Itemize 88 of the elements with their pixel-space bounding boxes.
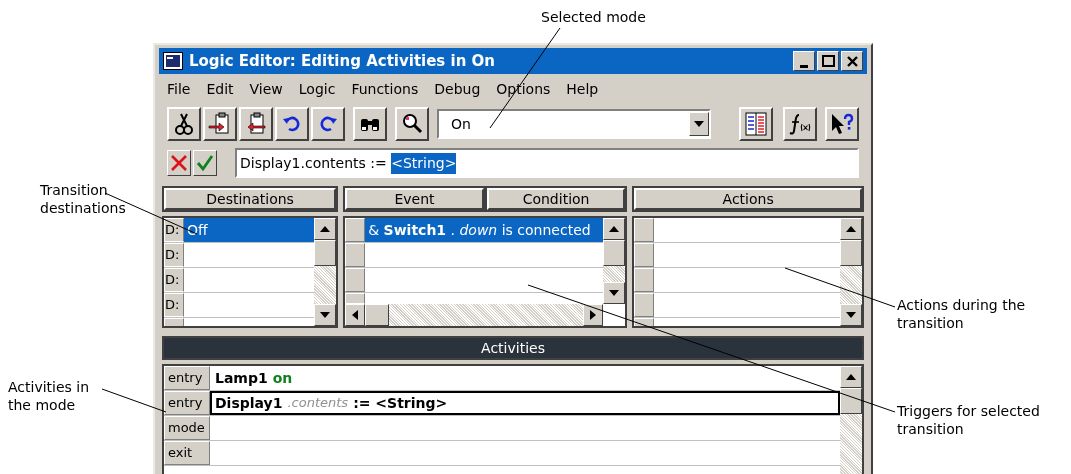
callout-text: Selected mode <box>541 8 647 26</box>
column-header[interactable]: Event <box>345 188 484 210</box>
vertical-scrollbar[interactable] <box>603 218 626 304</box>
down-arrow-icon <box>846 312 856 318</box>
callout-text: Triggers for selected transition <box>897 402 1041 438</box>
row-value: Off <box>186 221 209 240</box>
activity-text: .contents <box>287 394 349 413</box>
up-arrow-icon <box>846 226 856 232</box>
column-header[interactable]: Destinations <box>164 188 337 210</box>
search-button[interactable] <box>395 107 429 141</box>
row-header[interactable]: entry <box>164 366 210 390</box>
list-row[interactable]: D: <box>164 293 315 318</box>
menu-item[interactable]: Functions <box>351 78 419 100</box>
right-arrow-icon <box>590 310 597 320</box>
mode-dropdown[interactable]: On <box>437 109 711 139</box>
menu-item[interactable]: File <box>167 78 191 100</box>
list-row[interactable]: D: <box>164 243 315 268</box>
menu-item[interactable]: Logic <box>298 78 336 100</box>
close-button[interactable] <box>841 51 863 71</box>
vertical-scrollbar[interactable] <box>840 366 862 474</box>
scroll-thumb[interactable] <box>314 240 337 266</box>
function-button[interactable] <box>783 107 817 141</box>
menu-item[interactable]: Help <box>566 78 599 100</box>
list-row[interactable]: & Switch1 . down is connected <box>365 218 604 242</box>
activity-text: := <String> <box>353 393 448 413</box>
maximize-icon <box>821 54 835 67</box>
activity-text: Display1 <box>215 393 283 413</box>
column-header[interactable]: Actions <box>634 188 862 210</box>
row-header[interactable]: mode <box>164 416 210 440</box>
callout-text: Transition destinations <box>40 181 127 217</box>
binoculars-button[interactable] <box>353 107 387 141</box>
menu-item[interactable]: Debug <box>434 78 481 100</box>
list-row[interactable]: D: <box>164 268 315 293</box>
callout-text: Activities in the mode <box>8 378 91 414</box>
undo-button[interactable] <box>275 107 309 141</box>
up-arrow-icon <box>846 374 856 380</box>
column-header[interactable]: Condition <box>486 188 626 210</box>
layout-button[interactable] <box>739 107 773 141</box>
cancel-button[interactable] <box>167 150 191 176</box>
vertical-scrollbar[interactable] <box>840 218 862 326</box>
check-icon <box>196 154 214 172</box>
maximize-button[interactable] <box>817 51 839 71</box>
cross-icon <box>170 154 188 172</box>
row-header[interactable]: exit <box>164 441 210 465</box>
menu-item[interactable]: Edit <box>206 78 234 100</box>
scroll-thumb[interactable] <box>840 240 862 266</box>
dropdown-value: On <box>450 114 472 134</box>
close-icon <box>846 55 858 67</box>
leader-line <box>101 388 167 413</box>
row-header[interactable]: D: <box>164 243 184 267</box>
activity-text: Lamp1 <box>215 368 268 388</box>
up-arrow-icon <box>320 226 331 232</box>
paste-out-button[interactable] <box>239 107 273 141</box>
paste-in-button[interactable] <box>203 107 237 141</box>
menu-item[interactable]: Options <box>496 78 551 100</box>
callout-text: Actions during the transition <box>897 296 1027 332</box>
activity-text: on <box>272 368 293 388</box>
expression-field[interactable]: Display1.contents := <String> <box>235 148 859 178</box>
menu-item[interactable]: View <box>249 78 283 100</box>
scroll-thumb[interactable] <box>603 240 626 266</box>
redo-button[interactable] <box>311 107 345 141</box>
activity-row[interactable]: mode <box>164 416 840 441</box>
vertical-scrollbar[interactable] <box>314 218 337 326</box>
section-header: Activities <box>162 336 864 360</box>
row-header[interactable]: D: <box>164 218 184 242</box>
cut-button[interactable] <box>167 107 201 141</box>
row-header[interactable]: entry <box>164 391 210 415</box>
help-pointer-icon <box>829 111 855 137</box>
horizontal-scrollbar[interactable] <box>345 304 604 326</box>
list-row[interactable]: D: Off <box>164 218 315 243</box>
up-arrow-icon <box>609 226 620 232</box>
activity-row[interactable]: exit <box>164 441 840 466</box>
accept-button[interactable] <box>193 150 217 176</box>
row-header[interactable]: D: <box>164 268 184 292</box>
activity-row[interactable]: entry Lamp1 on <box>164 366 840 391</box>
scroll-thumb[interactable] <box>840 388 862 414</box>
window-icon <box>163 52 183 70</box>
scroll-thumb[interactable] <box>365 304 390 326</box>
minimize-icon <box>799 64 808 68</box>
function-icon <box>787 111 813 137</box>
minimize-button[interactable] <box>793 51 815 71</box>
help-button[interactable] <box>825 107 859 141</box>
window-title: Logic Editor: Editing Activities in On <box>189 50 496 72</box>
columns-icon <box>743 111 769 137</box>
left-arrow-icon <box>352 310 359 320</box>
down-arrow-icon <box>320 312 331 318</box>
down-arrow-icon <box>609 290 620 296</box>
row-header[interactable]: D: <box>164 293 184 317</box>
